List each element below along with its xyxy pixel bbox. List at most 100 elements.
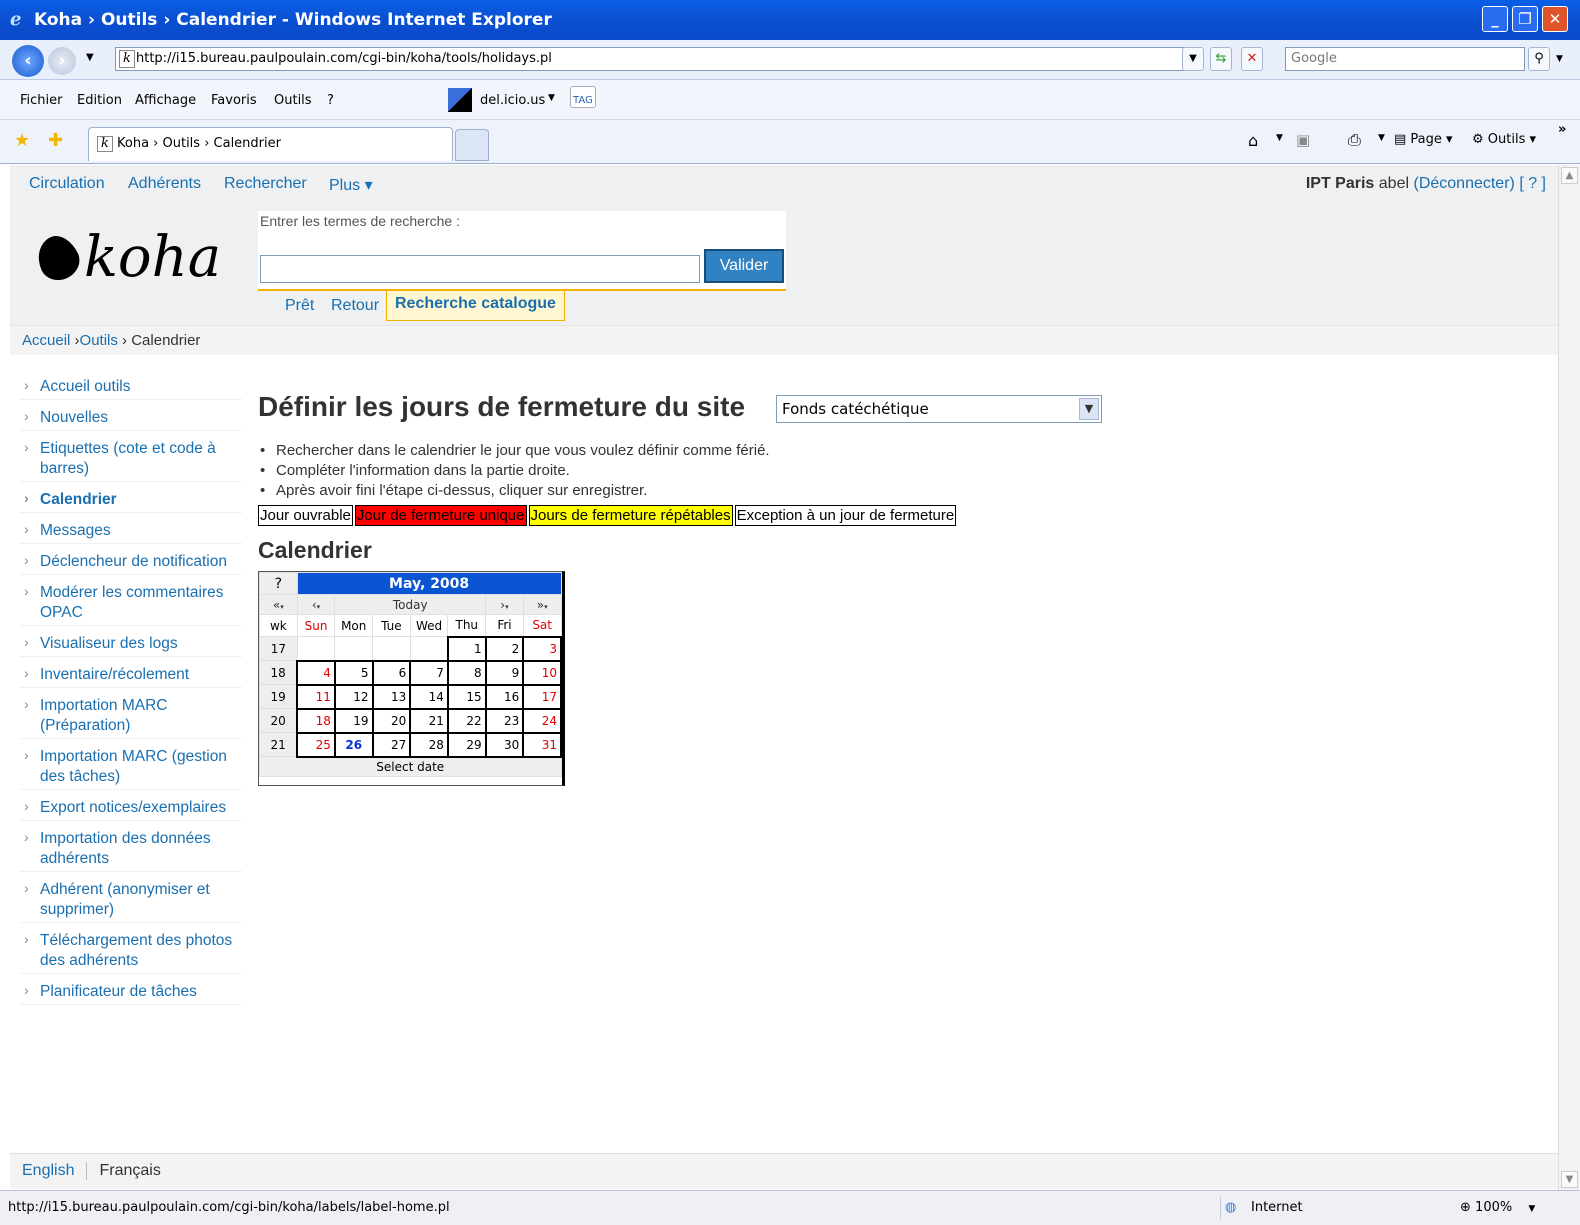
sidebar-item-photos[interactable]: Téléchargement des photos des adhérents bbox=[20, 929, 242, 974]
feeds-icon[interactable]: ▣ bbox=[1296, 131, 1310, 149]
page-menu[interactable]: ▤ Page ▾ bbox=[1394, 132, 1453, 147]
calendar-day[interactable]: 30 bbox=[484, 731, 525, 758]
menu-edition[interactable]: Edition bbox=[77, 93, 122, 108]
zoom-dropdown-icon[interactable]: ▼ bbox=[1528, 1204, 1535, 1214]
menu-outils[interactable]: Outils bbox=[274, 93, 312, 108]
search-go-button[interactable]: ⚲ bbox=[1528, 47, 1550, 71]
next-year-button[interactable]: »▾ bbox=[522, 594, 562, 615]
sidebar-item-messages[interactable]: Messages bbox=[20, 519, 242, 544]
calendar-day[interactable]: 2 bbox=[484, 635, 525, 662]
minimize-button[interactable]: _ bbox=[1482, 6, 1508, 32]
menu-affichage[interactable]: Affichage bbox=[135, 93, 196, 108]
search-input[interactable] bbox=[260, 255, 700, 283]
calendar-day[interactable]: 20 bbox=[371, 707, 412, 734]
prev-month-button[interactable]: ‹▾ bbox=[296, 594, 336, 615]
calendar-day[interactable]: 25 bbox=[296, 731, 336, 758]
sidebar-item-moderer-commentaires[interactable]: Modérer les commentaires OPAC bbox=[20, 581, 242, 626]
nav-circulation[interactable]: Circulation bbox=[29, 175, 105, 193]
print-icon[interactable]: ⎙ bbox=[1348, 130, 1361, 150]
delicious-dropdown-icon[interactable]: ▼ bbox=[548, 93, 555, 103]
branch-select[interactable]: Fonds catéchétique ▼ bbox=[776, 395, 1102, 423]
calendar-day[interactable]: 21 bbox=[409, 707, 449, 734]
delicious-button[interactable]: del.icio.us bbox=[480, 93, 545, 108]
menu-help[interactable]: ? bbox=[327, 93, 334, 108]
sidebar-item-logs[interactable]: Visualiseur des logs bbox=[20, 632, 242, 657]
nav-rechercher[interactable]: Rechercher bbox=[224, 175, 307, 193]
breadcrumb-home[interactable]: Accueil bbox=[22, 332, 70, 349]
calendar-day[interactable]: 23 bbox=[484, 707, 525, 734]
chevron-more-icon[interactable]: » bbox=[1558, 122, 1566, 137]
calendar-day[interactable]: 29 bbox=[446, 731, 487, 758]
calendar-day[interactable]: 31 bbox=[522, 731, 562, 758]
calendar-day[interactable]: 28 bbox=[409, 731, 449, 758]
scroll-down-icon[interactable]: ▼ bbox=[1561, 1171, 1578, 1188]
calendar-day[interactable]: 24 bbox=[522, 707, 562, 734]
print-dropdown-icon[interactable]: ▼ bbox=[1378, 133, 1385, 143]
language-francais[interactable]: Français bbox=[99, 1162, 160, 1179]
sidebar-item-import-marc-gestion[interactable]: Importation MARC (gestion des tâches) bbox=[20, 745, 242, 790]
sidebar-item-etiquettes[interactable]: Etiquettes (cote et code à barres) bbox=[20, 437, 242, 482]
stop-button[interactable]: ✕ bbox=[1241, 47, 1263, 71]
calendar-day[interactable]: 8 bbox=[446, 659, 487, 686]
back-button[interactable]: ‹ bbox=[12, 45, 44, 77]
koha-logo[interactable]: koha bbox=[30, 225, 221, 290]
favorites-star-icon[interactable]: ★ bbox=[14, 130, 30, 151]
add-favorite-icon[interactable]: ✚ bbox=[48, 130, 63, 151]
calendar-day[interactable]: 16 bbox=[484, 683, 525, 710]
history-dropdown-icon[interactable]: ▼ bbox=[86, 52, 94, 63]
sidebar-item-planificateur[interactable]: Planificateur de tâches bbox=[20, 980, 242, 1005]
tab-pret[interactable]: Prêt bbox=[285, 297, 314, 315]
browser-tab[interactable]: k Koha › Outils › Calendrier bbox=[88, 127, 453, 161]
url-field[interactable]: k http://i15.bureau.paulpoulain.com/cgi-… bbox=[115, 47, 1200, 71]
vertical-scrollbar[interactable]: ▲ ▼ bbox=[1558, 165, 1580, 1190]
calendar-day[interactable]: 18 bbox=[296, 707, 336, 734]
scroll-up-icon[interactable]: ▲ bbox=[1561, 167, 1578, 184]
next-month-button[interactable]: ›▾ bbox=[485, 594, 524, 615]
calendar-day[interactable]: 22 bbox=[446, 707, 487, 734]
calendar-day[interactable]: 19 bbox=[333, 707, 374, 734]
today-button[interactable]: Today bbox=[334, 594, 487, 615]
sidebar-item-import-marc-preparation[interactable]: Importation MARC (Préparation) bbox=[20, 694, 242, 739]
language-english[interactable]: English bbox=[22, 1162, 74, 1179]
calendar-day[interactable]: 27 bbox=[371, 731, 412, 758]
sidebar-item-nouvelles[interactable]: Nouvelles bbox=[20, 406, 242, 431]
calendar-day[interactable]: 1 bbox=[446, 635, 487, 662]
sidebar-item-anonymiser[interactable]: Adhérent (anonymiser et supprimer) bbox=[20, 878, 242, 923]
calendar-day[interactable]: 7 bbox=[409, 659, 449, 686]
refresh-button[interactable]: ⇆ bbox=[1210, 47, 1232, 71]
menu-fichier[interactable]: Fichier bbox=[20, 93, 63, 108]
sidebar-item-accueil-outils[interactable]: Accueil outils bbox=[20, 375, 242, 400]
calendar-day[interactable]: 10 bbox=[522, 659, 562, 686]
sidebar-item-export[interactable]: Export notices/exemplaires bbox=[20, 796, 242, 821]
sidebar-item-import-adherents[interactable]: Importation des données adhérents bbox=[20, 827, 242, 872]
close-button[interactable]: ✕ bbox=[1542, 6, 1568, 32]
calendar-day[interactable]: 9 bbox=[484, 659, 525, 686]
zoom-control[interactable]: ⊕ 100% ▼ bbox=[1460, 1197, 1535, 1220]
calendar-help-button[interactable]: ? bbox=[259, 572, 298, 595]
calendar-day[interactable]: 12 bbox=[333, 683, 374, 710]
calendar-day[interactable]: 5 bbox=[333, 659, 374, 686]
calendar-day[interactable]: 6 bbox=[371, 659, 412, 686]
search-box[interactable]: Google bbox=[1285, 47, 1525, 71]
sidebar-item-declencheur[interactable]: Déclencheur de notification bbox=[20, 550, 242, 575]
nav-plus[interactable]: Plus ▾ bbox=[329, 175, 373, 195]
tab-retour[interactable]: Retour bbox=[331, 297, 379, 315]
sidebar-item-inventaire[interactable]: Inventaire/récolement bbox=[20, 663, 242, 688]
calendar-day[interactable]: 14 bbox=[409, 683, 449, 710]
menu-favoris[interactable]: Favoris bbox=[211, 93, 257, 108]
calendar-day[interactable]: 11 bbox=[296, 683, 336, 710]
calendar-day[interactable]: 13 bbox=[371, 683, 412, 710]
home-dropdown-icon[interactable]: ▼ bbox=[1276, 133, 1283, 143]
search-options-icon[interactable]: ▼ bbox=[1556, 54, 1563, 64]
tab-recherche-catalogue[interactable]: Recherche catalogue bbox=[386, 291, 565, 321]
logout-link[interactable]: (Déconnecter) bbox=[1413, 175, 1514, 192]
help-link[interactable]: [ ? ] bbox=[1519, 175, 1546, 192]
home-icon[interactable]: ⌂ bbox=[1248, 131, 1258, 150]
security-zone[interactable]: ◍ Internet bbox=[1220, 1197, 1440, 1219]
breadcrumb-tools[interactable]: Outils bbox=[80, 332, 118, 349]
tools-menu[interactable]: ⚙ Outils ▾ bbox=[1472, 132, 1536, 147]
forward-button[interactable]: › bbox=[48, 47, 76, 75]
calendar-day[interactable]: 4 bbox=[296, 659, 336, 686]
calendar-day[interactable]: 3 bbox=[522, 635, 562, 662]
nav-adherents[interactable]: Adhérents bbox=[128, 175, 201, 193]
